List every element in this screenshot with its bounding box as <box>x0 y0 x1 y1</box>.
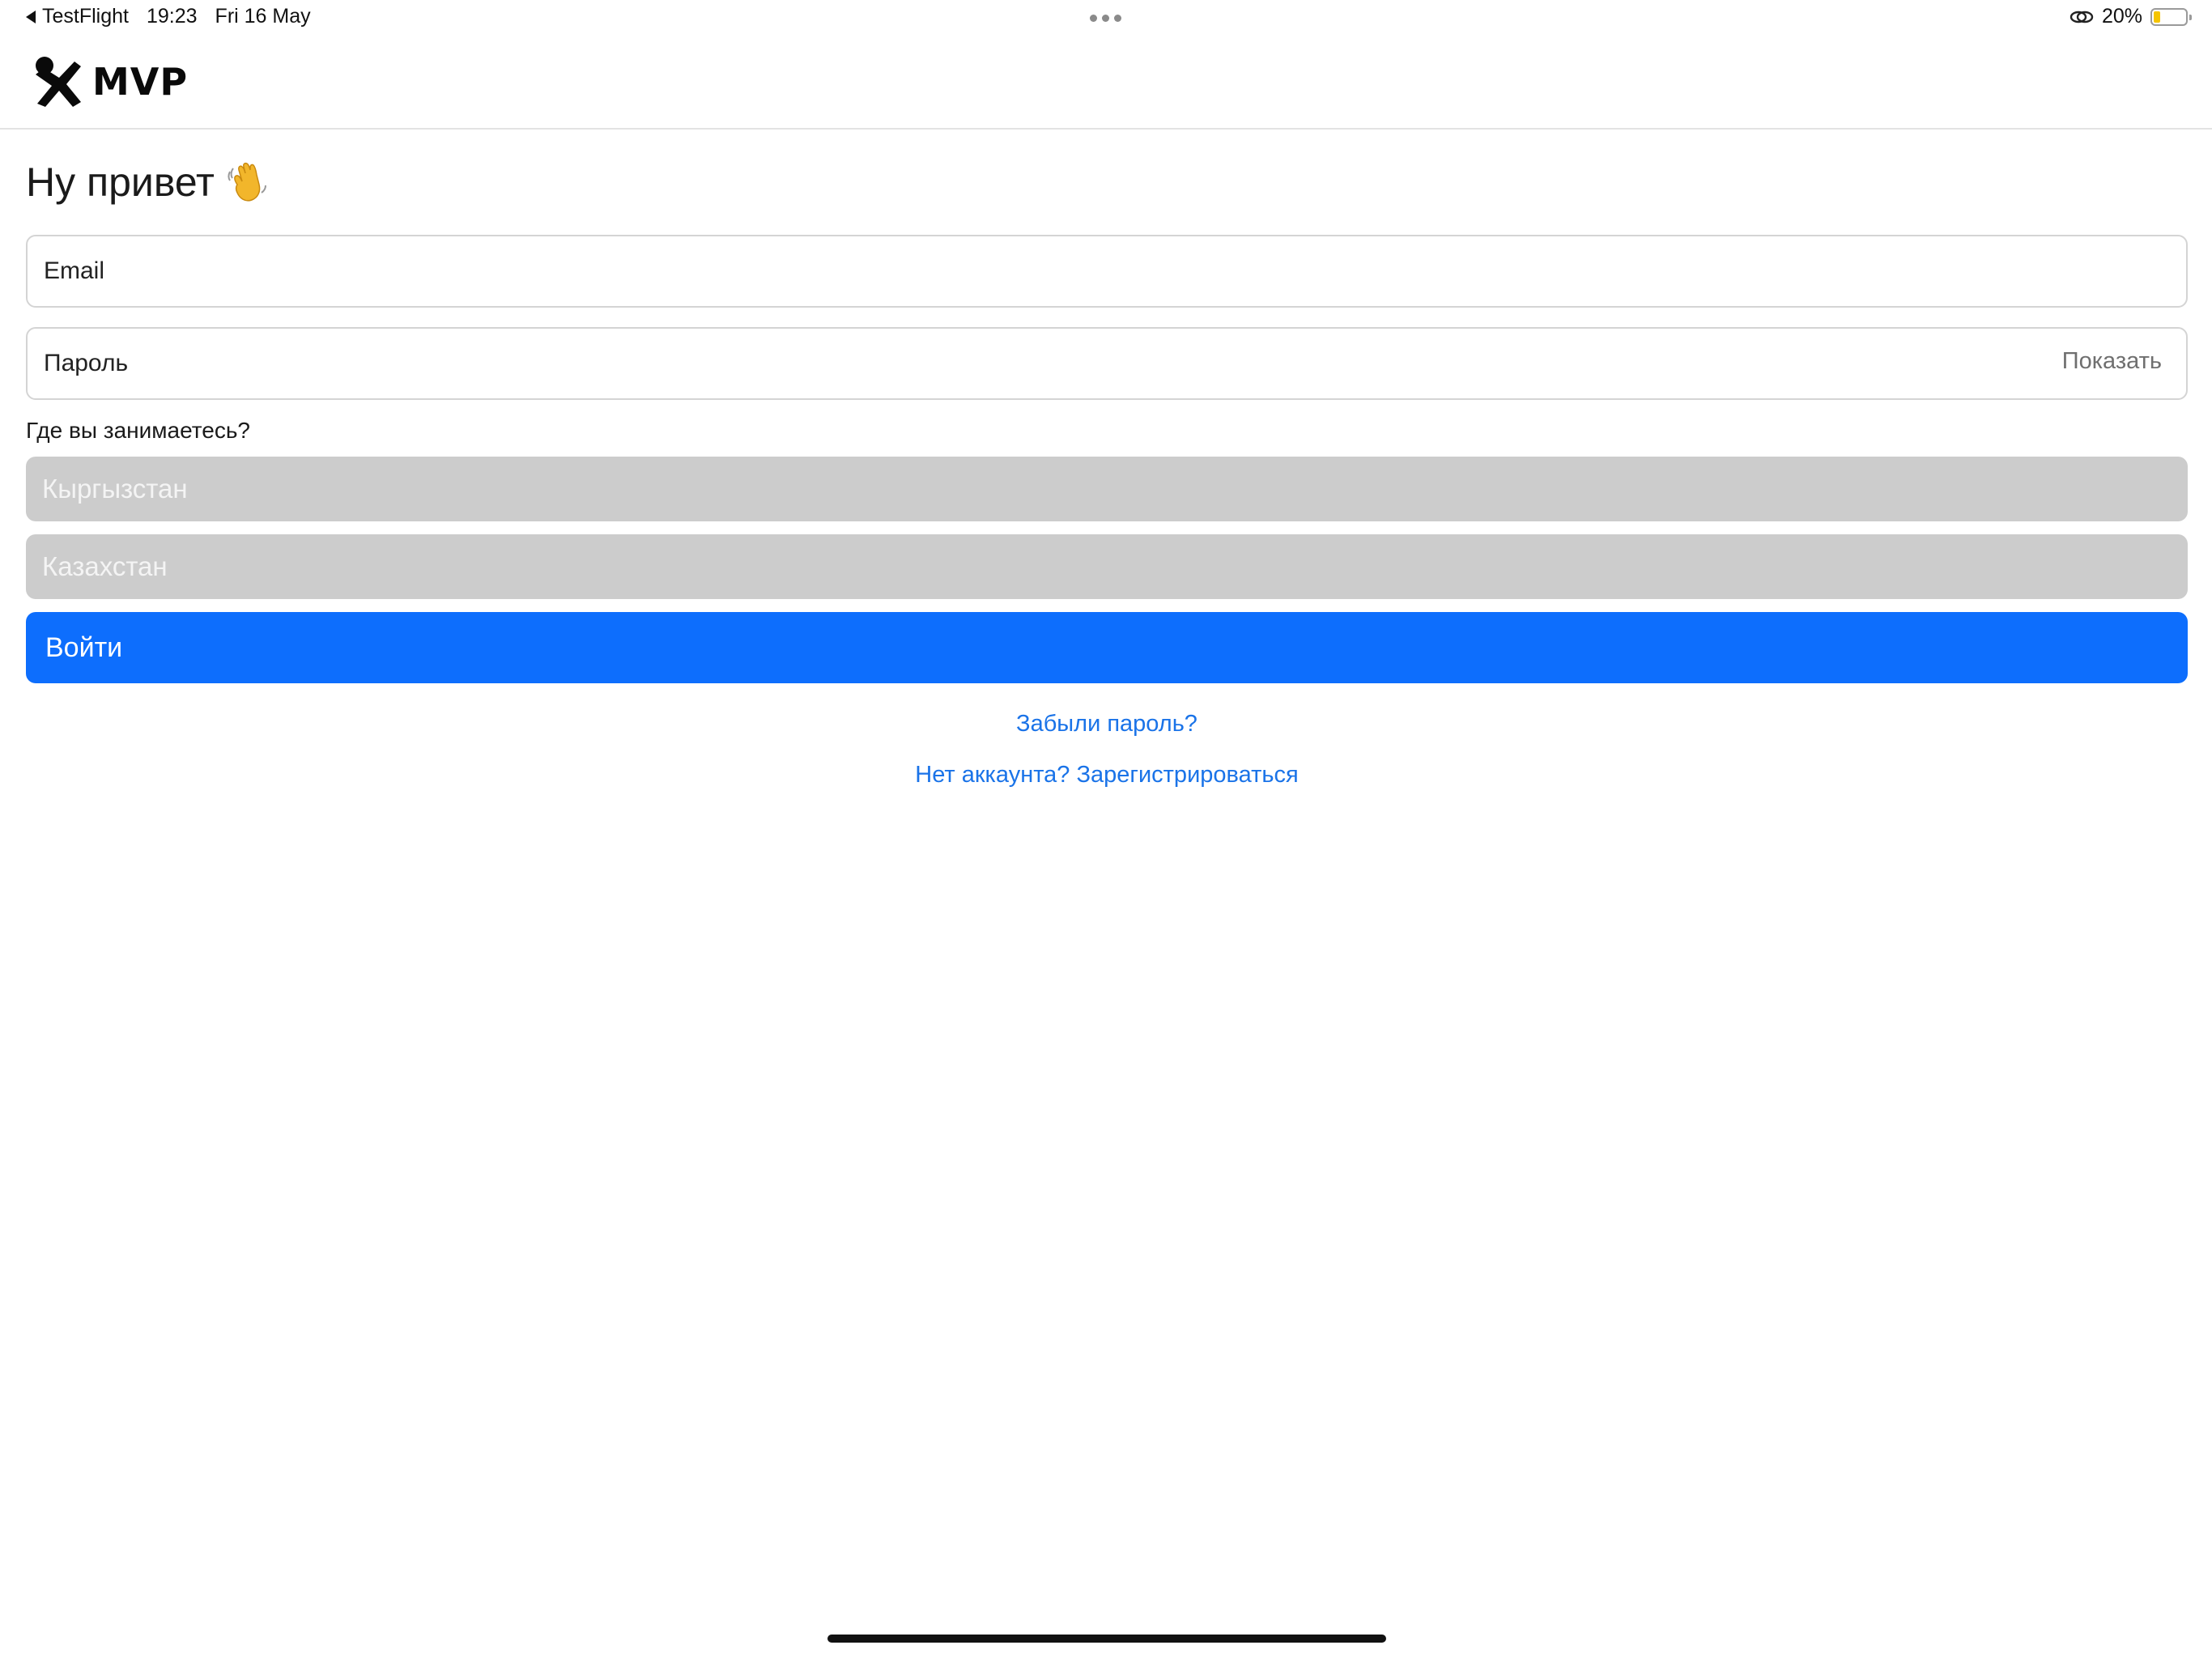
country-option-kazakhstan[interactable]: Казахстан <box>26 534 2188 599</box>
logo-mark-icon <box>36 57 81 107</box>
battery-percent: 20% <box>2101 5 2142 28</box>
location-question-label: Где вы занимаетесь? <box>26 418 250 443</box>
battery-level-fill <box>2154 11 2160 23</box>
battery-icon <box>2150 7 2192 26</box>
personal-hotspot-icon <box>2069 11 2094 23</box>
email-field-container <box>26 235 2188 308</box>
status-bar: TestFlight 19:23 Fri 16 May 20% <box>0 0 2212 39</box>
country-option-kyrgyzstan[interactable]: Кыргызстан <box>26 457 2188 521</box>
status-time: 19:23 <box>146 5 198 28</box>
back-to-app-link[interactable]: TestFlight <box>42 5 129 28</box>
home-indicator[interactable] <box>827 1635 1386 1643</box>
greeting-row: Ну привет <box>26 154 2188 210</box>
password-field[interactable] <box>42 349 2172 378</box>
login-button[interactable]: Войти <box>26 612 2188 683</box>
auth-links: Забыли пароль? Нет аккаунта? Зарегистрир… <box>26 711 2188 789</box>
forgot-password-link[interactable]: Забыли пароль? <box>26 711 2188 738</box>
status-date: Fri 16 May <box>215 5 311 28</box>
logo: MVP <box>31 55 188 108</box>
status-bar-right: 20% <box>2069 5 2192 28</box>
register-link[interactable]: Нет аккаунта? Зарегистрироваться <box>26 762 2188 789</box>
back-arrow-icon[interactable] <box>26 10 36 23</box>
app-header: MVP <box>0 39 2212 130</box>
email-field[interactable] <box>42 257 2172 286</box>
multitasking-dots-icon[interactable] <box>1090 15 1121 22</box>
status-bar-left: TestFlight 19:23 Fri 16 May <box>26 5 311 28</box>
page-title: Ну привет <box>26 159 215 205</box>
logo-text: MVP <box>92 60 189 104</box>
waving-hand-icon <box>228 162 266 202</box>
show-password-button[interactable]: Показать <box>2062 348 2162 375</box>
login-form: Ну привет Показать Где вы занимаетесь? К… <box>26 154 2188 789</box>
password-field-container: Показать <box>26 327 2188 400</box>
